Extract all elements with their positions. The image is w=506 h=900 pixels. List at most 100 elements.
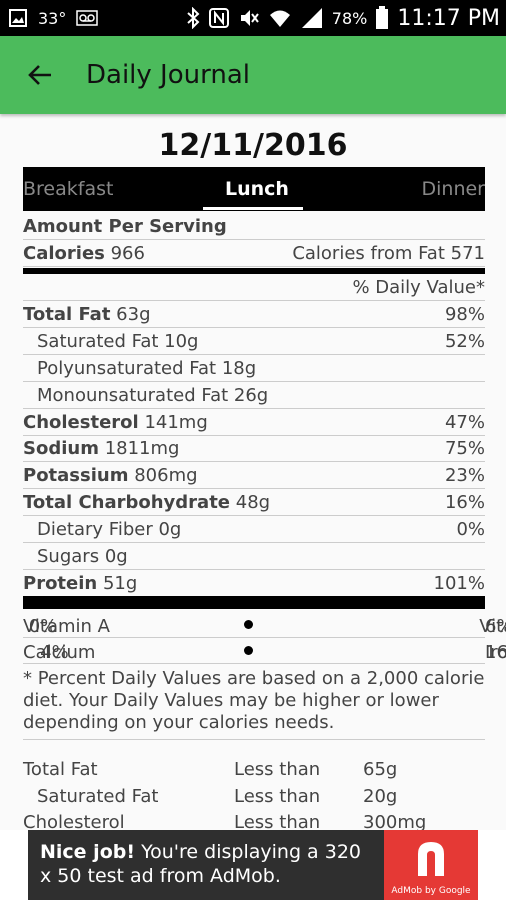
nutrient-row: Sugars 0g [23, 544, 485, 570]
nutrient-label: Sodium [23, 438, 99, 459]
calories-value: 966 [110, 243, 145, 264]
nutrient-amount: 18g [221, 358, 257, 379]
dv-amount: 20g [363, 786, 398, 807]
nutrient-row: Sodium 1811mg 75% [23, 436, 485, 462]
vitamin-value: 6% [485, 616, 506, 637]
nutrient-label: Saturated Fat [37, 331, 159, 352]
nutrient-amount: 10g [164, 331, 199, 352]
voicemail-icon [76, 10, 99, 26]
nutrient-row: Dietary Fiber 0g 0% [23, 517, 485, 543]
ad-bold-text: Nice job! [40, 841, 136, 863]
calories-from-fat-label: Calories from Fat [292, 243, 445, 264]
daily-value-footnote: * Percent Daily Values are based on a 2,… [23, 668, 485, 740]
nutrient-amount: 806mg [134, 465, 198, 486]
nutrient-row: Polyunsaturated Fat 18g [23, 356, 485, 382]
nutrient-label: Protein [23, 572, 98, 594]
tab-dinner[interactable]: Dinner [422, 167, 486, 211]
journal-date: 12/11/2016 [158, 128, 348, 163]
nutrient-row: Saturated Fat 10g 52% [23, 329, 485, 355]
nutrient-amount: 48g [235, 492, 271, 513]
vitamin-row: Vitamin A 0% Vitamin C 6% [23, 612, 506, 638]
clock: 11:17 PM [397, 5, 500, 31]
nutrient-label: Sugars [37, 546, 100, 567]
nutrient-percent: 23% [444, 465, 485, 486]
bullet-dot [244, 620, 253, 629]
battery-percent: 78% [331, 8, 368, 28]
temperature-text: 33° [38, 8, 67, 28]
battery-icon [376, 6, 389, 29]
vitamin-value: 4% [40, 642, 69, 663]
calories-row: Calories 966 Calories from Fat 571 [23, 241, 485, 267]
dv-nutrient: Saturated Fat [37, 786, 159, 807]
nutrient-row: Protein 51g 101% [23, 570, 485, 596]
vitamin-value: 16% [485, 642, 506, 663]
nutrient-label: Total Charbohydrate [23, 492, 231, 513]
meal-tabs: Breakfast Lunch Dinner [23, 167, 485, 211]
nutrient-label: Cholesterol [23, 412, 139, 433]
status-bar: 33° 78% 11:17 PM [0, 0, 506, 36]
ad-text: Nice job! You're displaying a 320 x 50 t… [40, 840, 370, 888]
arrow-left-icon [28, 65, 51, 85]
nutrient-row: Total Fat 63g 98% [23, 302, 485, 328]
page-title: Daily Journal [86, 60, 250, 90]
nutrient-percent: 16% [444, 492, 485, 513]
dv-amount: 300mg [363, 812, 427, 830]
admob-logo[interactable]: AdMob by Google [384, 830, 478, 900]
nfc-icon [208, 8, 229, 28]
dv-amount: 65g [363, 759, 398, 780]
dv-nutrient: Cholesterol [23, 812, 125, 830]
ad-content[interactable]: Nice job! You're displaying a 320 x 50 t… [28, 830, 478, 900]
nutrient-percent: 75% [444, 438, 485, 459]
nutrient-row: Total Charbohydrate 48g 16% [23, 490, 485, 516]
nutrient-amount: 0g [158, 519, 182, 540]
calories-from-fat-value: 571 [450, 243, 485, 264]
gallery-icon [9, 9, 27, 27]
back-button[interactable] [20, 55, 60, 95]
nutrient-amount: 51g [102, 572, 138, 594]
nutrient-label: Potassium [23, 465, 129, 486]
daily-value-row: Cholesterol Less than 300mg [23, 810, 485, 830]
nutrient-row: Cholesterol 141mg 47% [23, 410, 485, 436]
daily-value-header: % Daily Value* [352, 277, 485, 298]
nutrient-row: Potassium 806mg 23% [23, 463, 485, 489]
dv-qualifier: Less than [234, 812, 321, 830]
bluetooth-icon [187, 7, 200, 29]
nutrient-label: Monounsaturated Fat [37, 385, 229, 406]
nutrient-label: Polyunsaturated Fat [37, 358, 217, 379]
daily-value-row: Total Fat Less than 65g [23, 757, 485, 783]
dv-qualifier: Less than [234, 786, 321, 807]
signal-icon [301, 8, 322, 28]
nutrient-label: Dietary Fiber [37, 519, 153, 540]
vitamin-row: Calcium 4% Iron 16% [23, 638, 506, 664]
nutrient-amount: 63g [116, 304, 151, 325]
tab-indicator [203, 207, 303, 210]
tab-breakfast[interactable]: Breakfast [23, 167, 113, 211]
dv-nutrient: Total Fat [23, 759, 98, 780]
tab-lunch[interactable]: Lunch [225, 167, 289, 211]
nutrient-amount: 26g [233, 385, 269, 406]
journal-content[interactable]: 12/11/2016 Breakfast Lunch Dinner Amount… [0, 114, 506, 830]
vitamin-value: 0% [28, 616, 58, 637]
calories-label: Calories [23, 243, 105, 264]
mute-icon [240, 10, 259, 26]
bullet-dot [244, 646, 253, 655]
nutrient-amount: 1811mg [104, 438, 180, 459]
nutrient-percent: 98% [444, 304, 485, 325]
app-bar: Daily Journal [0, 36, 506, 114]
nutrient-percent: 47% [444, 412, 485, 433]
thick-divider [23, 596, 485, 609]
amount-per-serving-row: Amount Per Serving [23, 214, 485, 240]
nutrient-label: Total Fat [23, 304, 111, 325]
nutrient-amount: 141mg [144, 412, 208, 433]
nutrient-percent: 52% [444, 331, 485, 352]
ad-logo-caption: AdMob by Google [391, 886, 471, 896]
nutrient-row: Monounsaturated Fat 26g [23, 383, 485, 409]
daily-value-row: Saturated Fat Less than 20g [23, 784, 485, 810]
thick-divider [23, 268, 485, 274]
nutrient-percent: 0% [456, 519, 485, 540]
dv-qualifier: Less than [234, 759, 321, 780]
nutrient-amount: 0g [104, 546, 128, 567]
wifi-icon [269, 10, 290, 27]
daily-value-header-row: % Daily Value* [23, 275, 485, 301]
ad-banner[interactable]: Nice job! You're displaying a 320 x 50 t… [0, 830, 506, 900]
